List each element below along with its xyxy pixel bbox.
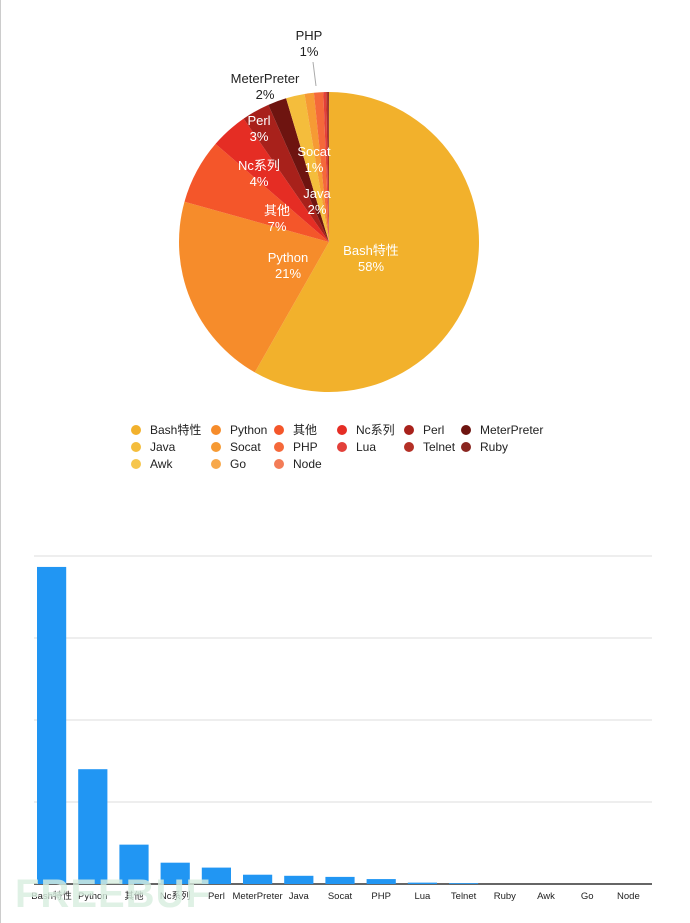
x-tick-label: Go xyxy=(581,891,594,902)
legend-item: Ruby xyxy=(461,439,551,454)
pie-chart: Bash特性58% Python21% 其他7% Nc系列4% Perl3% MeterP… xyxy=(178,28,479,392)
watermark: FREEBUF xyxy=(15,872,211,916)
pie-label-name: Perl xyxy=(247,113,270,128)
x-tick-label: Java xyxy=(289,891,310,902)
bar-5 xyxy=(243,874,273,884)
pie-label-name: Bash特性 xyxy=(343,243,399,258)
legend-swatch xyxy=(131,441,141,452)
legend-label: Java xyxy=(150,439,176,454)
x-tick-label: Node xyxy=(617,891,640,902)
pie-label-value: 58% xyxy=(358,259,384,274)
x-tick-label: Awk xyxy=(537,891,555,902)
pie-label-value: 2% xyxy=(256,87,275,102)
legend-label: PHP xyxy=(293,439,318,454)
legend-swatch xyxy=(274,458,284,469)
legend-item: MeterPreter xyxy=(461,422,551,437)
legend-label: MeterPreter xyxy=(480,422,544,437)
legend-item: Telnet xyxy=(404,439,461,454)
bar-0 xyxy=(37,566,67,884)
legend-label: Go xyxy=(230,456,247,471)
legend-label: Socat xyxy=(230,439,261,454)
legend-label: Awk xyxy=(150,456,173,471)
legend-swatch xyxy=(337,424,347,435)
pie-label-value: 3% xyxy=(250,129,269,144)
legend-swatch xyxy=(461,441,471,452)
pie-label-value: 7% xyxy=(268,219,287,234)
legend-swatch xyxy=(404,441,414,452)
pie-label-value: 21% xyxy=(275,266,301,281)
bar-9 xyxy=(407,882,437,884)
legend-swatch xyxy=(211,441,221,452)
legend-swatch xyxy=(274,424,284,435)
pie-label-name: Socat xyxy=(297,144,331,159)
bar-7 xyxy=(325,876,355,884)
bar-1 xyxy=(78,769,108,884)
x-tick-label: Telnet xyxy=(451,891,477,902)
legend-label: Perl xyxy=(423,422,445,437)
x-tick-label: PHP xyxy=(371,891,391,902)
legend-item: Nc系列 xyxy=(337,422,404,437)
pie-label-name: Python xyxy=(268,250,308,265)
legend-label: Node xyxy=(293,456,322,471)
legend-item: Socat xyxy=(211,439,274,454)
legend-item: Node xyxy=(274,456,337,471)
legend-swatch xyxy=(274,441,284,452)
bar-8 xyxy=(366,879,396,884)
legend-item: Lua xyxy=(337,439,404,454)
pie-legend: Bash特性 Python 其他 Nc系列 Perl MeterPreter Java Soc… xyxy=(131,422,551,471)
pie-label-value: 4% xyxy=(250,174,269,189)
legend-swatch xyxy=(211,424,221,435)
leader-line xyxy=(312,61,317,87)
pie-label-name: PHP xyxy=(296,28,323,43)
legend-item: Java xyxy=(131,439,211,454)
bar-10 xyxy=(449,883,479,884)
pie-label-name: 其他 xyxy=(264,203,290,218)
x-tick-label: Lua xyxy=(414,891,431,902)
legend-label: Ruby xyxy=(480,439,509,454)
legend-item: PHP xyxy=(274,439,337,454)
legend-item: Perl xyxy=(404,422,461,437)
pie-label-name: Java xyxy=(303,186,331,201)
x-tick-label: Ruby xyxy=(494,891,516,902)
legend-swatch xyxy=(461,424,471,435)
pie-label-value: 1% xyxy=(305,160,324,175)
legend-item: Python xyxy=(211,422,274,437)
legend-swatch xyxy=(131,424,141,435)
legend-label: 其他 xyxy=(293,423,318,437)
legend-swatch xyxy=(131,458,141,469)
bar-chart: Bash特性 Python 其他 Nc系列 Perl MeterPreter Java Soc… xyxy=(31,555,652,902)
x-tick-label: Socat xyxy=(328,891,353,902)
pie-label-value: 2% xyxy=(308,202,327,217)
legend-swatch xyxy=(211,458,221,469)
legend-item: Awk xyxy=(131,456,211,471)
legend-label: Bash特性 xyxy=(150,423,202,437)
legend-label: Telnet xyxy=(423,439,456,454)
legend-label: Nc系列 xyxy=(356,423,395,437)
legend-label: Lua xyxy=(356,439,377,454)
legend-label: Python xyxy=(230,422,268,437)
legend-item: Go xyxy=(211,456,274,471)
legend-item: Bash特性 xyxy=(131,422,211,437)
pie-label-value: 1% xyxy=(300,44,319,59)
pie-label-name: Nc系列 xyxy=(238,158,280,173)
pie-label-name: MeterPreter xyxy=(231,71,300,86)
legend-swatch xyxy=(404,424,414,435)
legend-swatch xyxy=(337,441,347,452)
bar-6 xyxy=(284,875,314,884)
x-tick-label: MeterPreter xyxy=(233,891,283,902)
legend-item: 其他 xyxy=(274,422,337,437)
